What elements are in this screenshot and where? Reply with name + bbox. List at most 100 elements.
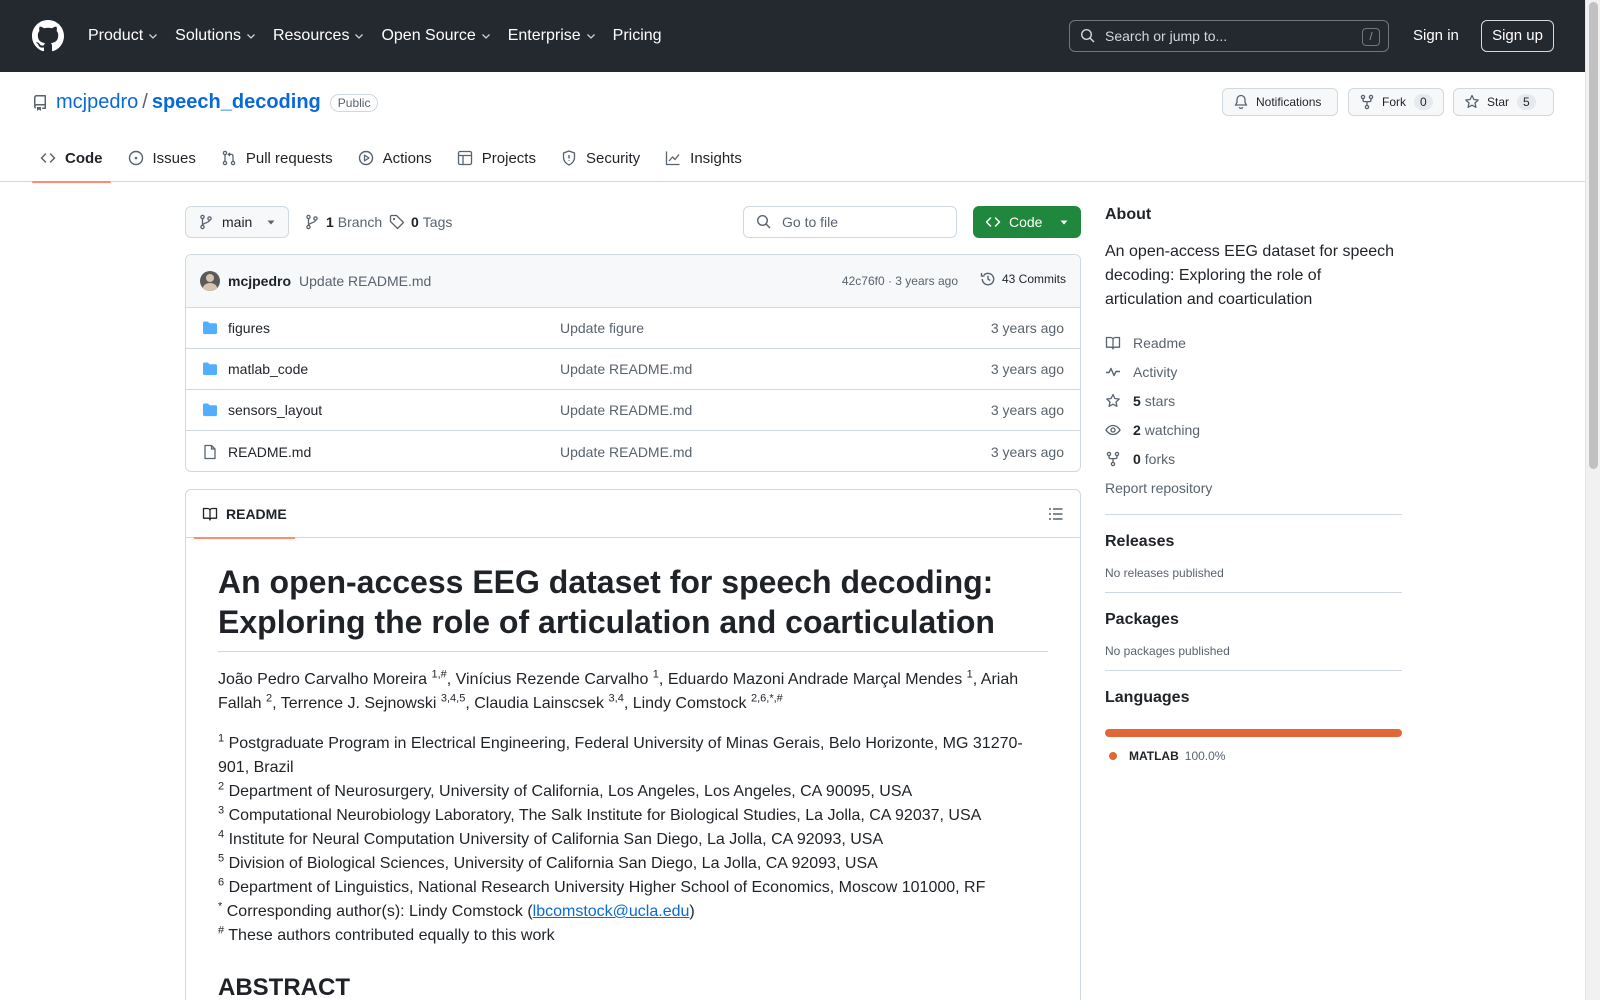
forks-count: 0 xyxy=(1133,450,1141,467)
repo-header: mcjpedro / speech_decoding Public Notifi… xyxy=(0,72,1585,183)
commit-meta[interactable]: 42c76f0 · 3 years ago xyxy=(842,274,958,288)
languages-heading: Languages xyxy=(1105,689,1190,706)
tab-actions[interactable]: Actions xyxy=(350,134,440,182)
file-commit-message[interactable]: Update README.md xyxy=(560,444,692,460)
forks-label: forks xyxy=(1144,450,1176,467)
sign-up-button[interactable]: Sign up xyxy=(1481,20,1554,52)
search-shortcut-hint: / xyxy=(1362,28,1380,46)
about-heading: About xyxy=(1105,206,1152,223)
file-commit-message[interactable]: Update README.md xyxy=(560,402,692,418)
author-separator: , xyxy=(623,695,633,712)
github-logo-icon[interactable] xyxy=(32,20,64,52)
commits-link[interactable]: 43 Commits xyxy=(980,271,1066,287)
author-affiliation-mark: 3,4,5 xyxy=(440,692,466,705)
scrollbar-thumb[interactable] xyxy=(1589,2,1598,469)
file-icon xyxy=(204,444,216,459)
nav-product[interactable]: Product xyxy=(88,27,159,45)
abstract-heading: ABSTRACT xyxy=(218,974,350,1000)
readme-header: README xyxy=(186,490,1080,539)
readme-link-label: Readme xyxy=(1133,334,1186,351)
nav-open-source[interactable]: Open Source xyxy=(381,27,491,45)
readme-tab[interactable]: README xyxy=(194,490,295,539)
tab-issues[interactable]: Issues xyxy=(120,134,204,182)
corresponding-author-line: * Corresponding author(s): Lindy Comstoc… xyxy=(218,900,1048,924)
releases-heading[interactable]: Releases xyxy=(1105,533,1402,551)
file-name-link[interactable]: sensors_layout xyxy=(228,402,322,418)
tab-pull-requests[interactable]: Pull requests xyxy=(213,134,341,182)
go-to-file-input[interactable]: Go to file xyxy=(743,206,957,238)
watching-count: 2 xyxy=(1133,421,1141,438)
file-name-link[interactable]: matlab_code xyxy=(228,361,308,377)
corresponding-email-link[interactable]: lbcomstock@ucla.edu xyxy=(533,903,690,920)
author-separator: , xyxy=(446,671,456,688)
search-input[interactable]: Search or jump to... / xyxy=(1069,20,1389,52)
corresponding-prefix: Corresponding author(s): Lindy Comstock … xyxy=(226,903,533,920)
sign-in-link[interactable]: Sign in xyxy=(1413,27,1459,44)
file-commit-date: 3 years ago xyxy=(990,361,1064,377)
fork-button[interactable]: Fork 0 xyxy=(1348,88,1444,116)
report-repository-link[interactable]: Report repository xyxy=(1105,473,1402,502)
table-row[interactable]: sensors_layout Update README.md 3 years … xyxy=(186,390,1080,431)
branches-link[interactable]: 1 Branch xyxy=(304,214,382,230)
branch-icon xyxy=(306,214,318,230)
forks-link[interactable]: 0 forks xyxy=(1105,444,1402,473)
file-commit-message[interactable]: Update README.md xyxy=(560,361,692,377)
affiliation-text: Postgraduate Program in Electrical Engin… xyxy=(218,735,1023,776)
file-commit-date: 3 years ago xyxy=(990,320,1064,336)
nav-solutions[interactable]: Solutions xyxy=(175,27,257,45)
chevron-down-icon xyxy=(247,34,255,39)
nav-product-label: Product xyxy=(88,27,144,44)
packages-heading[interactable]: Packages xyxy=(1105,611,1402,629)
file-name-link[interactable]: README.md xyxy=(228,444,311,460)
chevron-down-icon xyxy=(149,34,158,39)
book-icon xyxy=(202,507,218,521)
language-item[interactable]: MATLAB 100.0% xyxy=(1105,749,1402,763)
commit-author-link[interactable]: mcjpedro xyxy=(228,273,291,289)
watching-link[interactable]: 2 watching xyxy=(1105,415,1402,444)
tab-insights[interactable]: Insights xyxy=(657,134,750,182)
commit-message-link[interactable]: Update README.md xyxy=(299,273,431,289)
table-row[interactable]: figures Update figure 3 years ago xyxy=(186,308,1080,349)
affiliation-item: 3 Computational Neurobiology Laboratory,… xyxy=(218,804,1048,828)
avatar[interactable] xyxy=(200,271,220,291)
branch-select-button[interactable]: main xyxy=(185,206,289,238)
star-button[interactable]: Star 5 xyxy=(1453,88,1554,116)
code-download-button[interactable]: Code xyxy=(973,206,1081,238)
about-links: Readme Activity 5 stars 2 watching 0 for… xyxy=(1105,328,1402,502)
repo-owner-link[interactable]: mcjpedro xyxy=(56,91,138,114)
author-affiliation-mark: 1,# xyxy=(431,668,447,681)
site-header: Product Solutions Resources Open Source … xyxy=(0,0,1585,72)
file-name-link[interactable]: figures xyxy=(228,320,270,336)
list-icon[interactable] xyxy=(1048,506,1064,522)
equal-contribution-mark: # xyxy=(218,924,225,937)
nav-resources-label: Resources xyxy=(272,27,350,44)
table-row[interactable]: matlab_code Update README.md 3 years ago xyxy=(186,349,1080,390)
corresponding-mark: * xyxy=(218,900,223,913)
bell-icon xyxy=(1234,94,1248,110)
activity-link[interactable]: Activity xyxy=(1105,357,1402,386)
commit-count-label: 43 Commits xyxy=(1001,272,1066,286)
repo-name-link[interactable]: speech_decoding xyxy=(152,91,321,114)
nav-resources[interactable]: Resources xyxy=(273,27,365,45)
readme-tab-label: README xyxy=(226,506,287,522)
nav-enterprise[interactable]: Enterprise xyxy=(508,27,597,45)
stars-link[interactable]: 5 stars xyxy=(1105,386,1402,415)
chevron-down-icon xyxy=(355,34,364,39)
affiliation-item: 5 Division of Biological Sciences, Unive… xyxy=(218,852,1048,876)
tab-security-label: Security xyxy=(585,149,641,167)
tab-projects[interactable]: Projects xyxy=(449,134,544,182)
affiliation-text: Computational Neurobiology Laboratory, T… xyxy=(228,807,982,824)
tag-icon xyxy=(389,214,405,230)
affiliation-item: 1 Postgraduate Program in Electrical Eng… xyxy=(218,732,1048,780)
page-scrollbar[interactable] xyxy=(1585,0,1600,1000)
visibility-badge: Public xyxy=(329,93,379,112)
readme-link[interactable]: Readme xyxy=(1105,328,1402,357)
table-row[interactable]: README.md Update README.md 3 years ago xyxy=(186,431,1080,471)
notifications-button[interactable]: Notifications xyxy=(1222,88,1338,116)
tags-link[interactable]: 0 Tags xyxy=(389,214,452,230)
nav-pricing[interactable]: Pricing xyxy=(613,27,662,45)
file-commit-message[interactable]: Update figure xyxy=(560,320,644,336)
tab-code[interactable]: Code xyxy=(32,134,111,183)
tab-security[interactable]: Security xyxy=(553,134,648,182)
caret-down-icon xyxy=(1060,220,1068,225)
